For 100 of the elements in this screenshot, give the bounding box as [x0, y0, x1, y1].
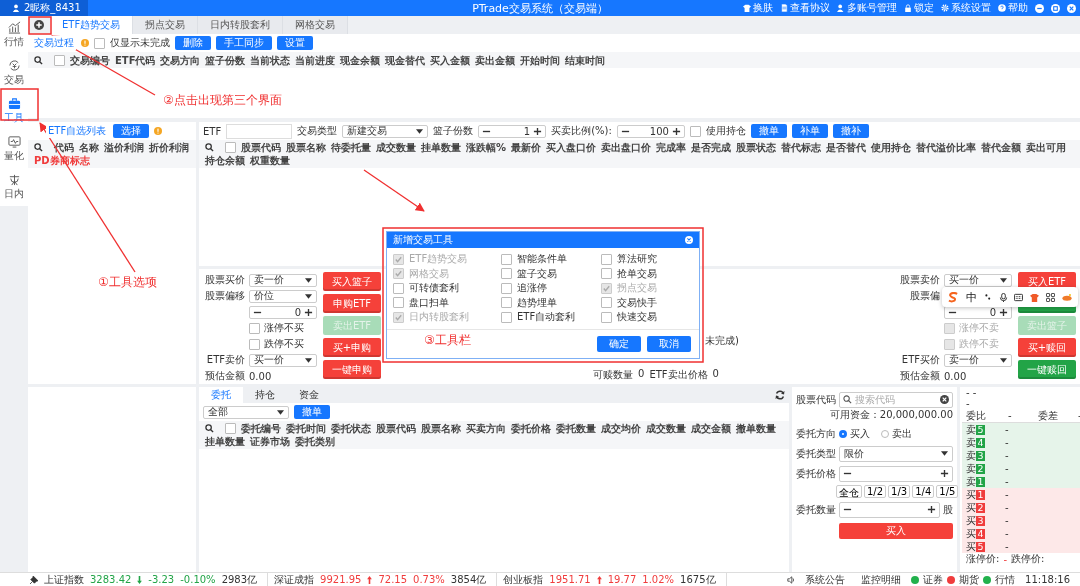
sidebar-item[interactable]: 行情 — [0, 16, 28, 54]
checkbox[interactable] — [393, 282, 404, 294]
dropdown[interactable]: 新建交易 — [342, 124, 429, 138]
dropdown[interactable]: 买一价 — [944, 273, 1012, 287]
checkbox[interactable] — [94, 37, 105, 49]
fraction-button[interactable]: 1/4 — [912, 485, 935, 498]
close-icon[interactable] — [685, 236, 693, 244]
checkbox[interactable] — [689, 125, 701, 137]
maximize-icon[interactable] — [1051, 3, 1060, 13]
logo-icon[interactable] — [948, 291, 960, 303]
sidebar-item[interactable]: 量化 — [0, 130, 28, 168]
select-button[interactable]: 选择 — [113, 124, 150, 138]
select-all-checkbox[interactable] — [225, 423, 236, 434]
cancel-button[interactable]: 取消 — [647, 335, 691, 352]
title-action[interactable]: 帮助 — [998, 1, 1028, 15]
close-icon[interactable] — [1067, 3, 1076, 13]
action-button[interactable]: 买+赎回 — [1018, 338, 1076, 357]
plus-icon[interactable] — [304, 307, 313, 317]
refresh-icon[interactable] — [775, 390, 785, 400]
checkbox[interactable] — [601, 297, 612, 309]
search-icon[interactable] — [34, 143, 43, 152]
keyboard-icon[interactable] — [1014, 292, 1024, 302]
notice-link[interactable]: 系统公告 — [805, 572, 846, 586]
grid-icon[interactable] — [1045, 292, 1055, 302]
action-button[interactable]: 买+申购 — [323, 338, 381, 357]
fraction-button[interactable]: 全仓 — [836, 485, 862, 498]
checkbox[interactable] — [601, 268, 612, 280]
toolbar-button[interactable]: 删除 — [175, 36, 211, 50]
account-badge[interactable]: 2昵称_8431 — [0, 0, 88, 16]
tool-tab[interactable]: 日内转股套利 — [198, 16, 284, 34]
dropdown[interactable]: 价位 — [249, 289, 317, 303]
etf-input[interactable] — [226, 123, 293, 139]
plus-icon[interactable] — [999, 307, 1008, 317]
ok-button[interactable]: 确定 — [597, 335, 641, 352]
select-all-checkbox[interactable] — [225, 142, 236, 153]
toolbar-button[interactable]: 撤单 — [750, 124, 787, 138]
select-all-checkbox[interactable] — [54, 54, 65, 66]
input-mode-toggle[interactable]: 中 — [966, 289, 978, 305]
plus-icon[interactable] — [927, 505, 936, 514]
checkbox[interactable] — [601, 311, 612, 323]
microphone-icon[interactable] — [998, 292, 1008, 302]
checkbox[interactable] — [249, 338, 260, 350]
minimize-icon[interactable] — [1035, 3, 1044, 13]
orders-tab[interactable]: 委托 — [199, 387, 243, 403]
title-action[interactable]: 系统设置 — [941, 1, 991, 15]
fraction-button[interactable]: 1/3 — [888, 485, 911, 498]
buy-button[interactable]: 买入 — [839, 523, 953, 539]
title-action[interactable]: 查看协议 — [780, 1, 830, 15]
tool-tab[interactable]: ETF趋势交易 — [50, 16, 134, 34]
dropdown[interactable]: 买一价 — [249, 353, 317, 367]
action-button[interactable]: 一键赎回 — [1018, 360, 1076, 379]
dropdown[interactable]: 限价 — [839, 445, 953, 462]
checkbox[interactable] — [501, 253, 512, 265]
checkbox[interactable] — [249, 322, 260, 334]
search-icon[interactable] — [205, 143, 214, 152]
dropdown[interactable]: 卖一价 — [944, 353, 1012, 367]
checkbox[interactable] — [601, 253, 612, 265]
search-box[interactable]: 搜索代码 — [839, 391, 953, 408]
cancel-order-button[interactable]: 撤单 — [294, 405, 330, 419]
checkbox[interactable] — [501, 311, 512, 323]
toolbar-button[interactable]: 手工同步 — [216, 36, 272, 50]
title-action[interactable]: 锁定 — [904, 1, 934, 15]
subtab[interactable]: ETF自选列表 — [46, 124, 109, 138]
plus-icon[interactable] — [940, 469, 949, 478]
subtab[interactable]: 交易过程 — [32, 36, 76, 50]
checkbox[interactable] — [501, 282, 512, 294]
number-stepper[interactable]: 0 — [249, 305, 317, 319]
clear-icon[interactable] — [940, 395, 949, 404]
sidebar-item[interactable]: 交易 — [0, 54, 28, 92]
tool-tab[interactable]: 网格交易 — [283, 16, 349, 34]
tool-tab[interactable]: 拐点交易 — [133, 16, 199, 34]
orders-tab[interactable]: 持仓 — [243, 387, 287, 403]
radio-option[interactable]: 卖出 — [881, 426, 912, 441]
pin-icon[interactable] — [30, 575, 38, 584]
action-button[interactable]: 一键申购 — [323, 360, 381, 379]
toolbar-button[interactable]: 设置 — [277, 36, 313, 50]
fraction-button[interactable]: 1/2 — [864, 485, 887, 498]
search-icon[interactable] — [34, 55, 43, 65]
toolbar-button[interactable]: 补单 — [791, 124, 828, 138]
checkbox[interactable] — [501, 268, 512, 280]
monitor-link[interactable]: 监控明细 — [861, 572, 902, 586]
number-stepper[interactable]: 100 — [616, 124, 685, 138]
title-action[interactable]: 换肤 — [743, 1, 773, 15]
shirt-icon[interactable] — [1030, 292, 1040, 302]
punctuation-icon[interactable] — [983, 293, 992, 301]
radio-option[interactable]: 买入 — [839, 426, 870, 441]
action-button[interactable]: 申购ETF — [323, 294, 381, 313]
plus-icon[interactable] — [533, 126, 543, 136]
title-action[interactable]: 多账号管理 — [837, 1, 897, 15]
orders-tab[interactable]: 资金 — [287, 387, 331, 403]
sidebar-item[interactable]: 日内 — [0, 168, 28, 206]
toolbar-button[interactable]: 撤补 — [832, 124, 869, 138]
search-icon[interactable] — [205, 424, 214, 433]
plus-icon[interactable] — [671, 126, 681, 136]
action-button[interactable]: 买入篮子 — [323, 272, 381, 291]
number-stepper[interactable]: 1 — [478, 124, 547, 138]
fraction-button[interactable]: 1/5 — [936, 485, 959, 498]
checkbox[interactable] — [393, 297, 404, 309]
dropdown[interactable]: 全部 — [203, 405, 289, 419]
checkbox[interactable] — [501, 297, 512, 309]
